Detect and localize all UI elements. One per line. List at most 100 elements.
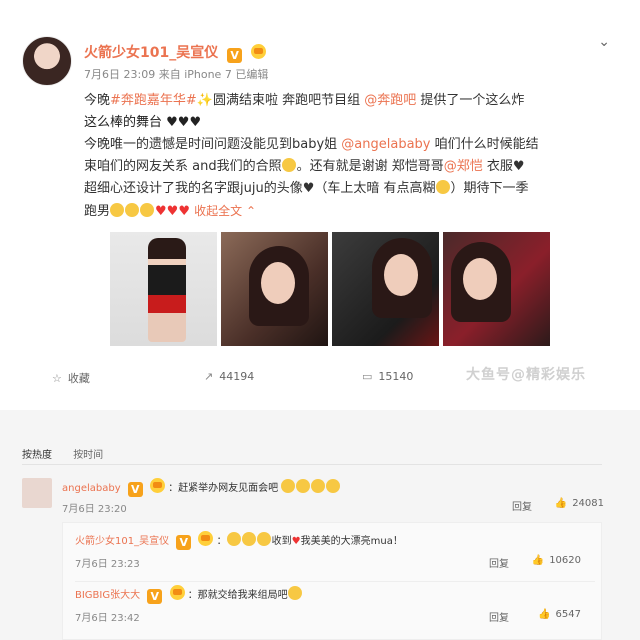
- post-author-name[interactable]: 火箭少女101_吴宣仪: [84, 45, 218, 61]
- post-photo[interactable]: [110, 232, 217, 346]
- comment-button[interactable]: ▭ 15140: [362, 370, 413, 383]
- commenter-name[interactable]: angelababy: [62, 483, 121, 494]
- reply-header: BIGBIG张大大 V ：那就交给我来组局吧: [75, 585, 303, 604]
- member-crown-icon: [150, 478, 165, 493]
- star-icon: ☆: [52, 372, 62, 385]
- emoji-icon: [241, 532, 256, 546]
- emoji-icon: [140, 203, 155, 217]
- sort-divider: [22, 464, 602, 465]
- like-count: 24081: [572, 498, 604, 509]
- comment-item: angelababy V ：赶紧举办网友见面会吧 7月6日 23:20 回复 👍…: [22, 474, 608, 524]
- reply-time: 7月6日 23:23: [75, 559, 140, 570]
- post-photo[interactable]: [332, 232, 439, 346]
- post-text-segment: 跑男: [84, 204, 111, 219]
- emoji-icon: [256, 532, 271, 546]
- collapse-text-link[interactable]: 收起全文 ⌃: [194, 204, 256, 218]
- mention-benpao-link[interactable]: @奔跑吧: [364, 93, 416, 108]
- like-count: 6547: [555, 609, 581, 620]
- comment-icon: ▭: [362, 370, 373, 383]
- post-text-segment: 。还有就是谢谢 郑恺哥哥: [296, 159, 444, 174]
- member-crown-icon: [250, 44, 266, 59]
- post-author[interactable]: 火箭少女101_吴宣仪 V: [84, 42, 266, 63]
- commenter-avatar[interactable]: [22, 478, 52, 508]
- emoji-icon: [281, 158, 296, 172]
- reply-text: 我美美的大漂亮mua！: [300, 536, 403, 547]
- watermark: 大鱼号@精彩娱乐: [466, 367, 586, 383]
- reply-time: 7月6日 23:42: [75, 613, 140, 624]
- photo-grid: [110, 232, 550, 346]
- post-edited[interactable]: 已编辑: [235, 68, 268, 81]
- emoji-icon: [226, 532, 241, 546]
- collect-label: 收藏: [67, 372, 90, 385]
- sort-by-hot-tab[interactable]: 按热度: [22, 450, 52, 461]
- repost-icon: ↗: [204, 370, 214, 383]
- post-text-segment: 奔跑吧节目组: [278, 93, 365, 108]
- post-text-segment: ）期待下一季: [450, 181, 529, 196]
- sort-by-time-tab[interactable]: 按时间: [73, 450, 103, 461]
- reply-text: ：: [216, 536, 227, 547]
- heart-icon: ♥: [291, 536, 301, 547]
- replier-name[interactable]: 火箭少女101_吴宣仪: [75, 536, 169, 547]
- reply-button[interactable]: 回复: [512, 498, 532, 513]
- post-text-segment: 束咱们的网友关系 and我们的合照: [84, 159, 282, 174]
- emoji-icon: [281, 479, 296, 493]
- thumbs-up-icon: 👍: [531, 555, 545, 566]
- reply-header: 火箭少女101_吴宣仪 V ： 收到♥我美美的大漂亮mua！: [75, 531, 403, 550]
- emoji-icon: [435, 180, 450, 194]
- member-crown-icon: [169, 585, 185, 600]
- post-photo[interactable]: [443, 232, 550, 346]
- like-button[interactable]: 👍 6547: [538, 609, 581, 620]
- comment-text: ：赶紧举办网友见面会吧: [168, 483, 279, 494]
- repost-count: 44194: [219, 370, 255, 383]
- comment-header: angelababy V ：赶紧举办网友见面会吧: [62, 478, 341, 497]
- verified-badge-icon: V: [227, 48, 243, 63]
- reply-button[interactable]: 回复: [489, 555, 509, 570]
- photo-figure: [148, 238, 186, 342]
- comment-time: 7月6日 23:20: [62, 504, 127, 515]
- reply-text: 收到: [271, 536, 292, 547]
- emoji-icon: [110, 203, 125, 217]
- post-text-segment: ✨圆满结束啦: [196, 93, 278, 108]
- photo-face: [463, 258, 497, 300]
- post-body: 今晚#奔跑嘉年华#✨圆满结束啦 奔跑吧节目组 @奔跑吧 提供了一个这么炸 这么棒…: [84, 90, 604, 223]
- post-text-segment: 今晚: [84, 93, 111, 108]
- post-source: 来自 iPhone 7: [158, 68, 232, 81]
- collect-button[interactable]: ☆ 收藏: [52, 370, 90, 386]
- post-photo[interactable]: [221, 232, 328, 346]
- user-avatar[interactable]: [22, 36, 72, 86]
- verified-badge-icon: V: [176, 535, 192, 550]
- reply-item: 火箭少女101_吴宣仪 V ： 收到♥我美美的大漂亮mua！ 7月6日 23:23…: [75, 531, 595, 585]
- repost-button[interactable]: ↗ 44194: [204, 370, 254, 383]
- post-text-segment: 这么棒的舞台 ♥♥♥: [84, 115, 202, 130]
- thumbs-up-icon: 👍: [554, 498, 568, 509]
- like-count: 10620: [549, 555, 581, 566]
- verified-badge-icon: V: [127, 482, 143, 497]
- comments-section: 按热度 按时间 angelababy V ：赶紧举办网友见面会吧 7月6日 23…: [0, 434, 640, 640]
- post-text-segment: 咱们什么时候能结: [430, 137, 539, 152]
- post-text-segment: 超细心还设计了我的名字跟juju的头像♥（车上太暗 有点高糊: [84, 181, 436, 196]
- post-text-segment: 今晚唯一的遗憾是时间问题没能见到baby姐: [84, 137, 342, 152]
- section-divider: [0, 410, 640, 434]
- heart-icon: ♥♥♥: [155, 204, 190, 219]
- photo-face: [261, 262, 295, 304]
- emoji-icon: [125, 203, 140, 217]
- mention-angelababy-link[interactable]: @angelababy: [341, 137, 430, 152]
- member-crown-icon: [198, 531, 214, 546]
- topic-link[interactable]: #奔跑嘉年华#: [110, 93, 197, 108]
- comment-sort: 按热度 按时间: [22, 446, 121, 461]
- chevron-down-icon[interactable]: ⌄: [598, 34, 610, 50]
- mention-zhengkai-link[interactable]: @郑恺: [444, 159, 483, 174]
- emoji-icon: [296, 479, 311, 493]
- comment-count: 15140: [378, 370, 414, 383]
- emoji-icon: [311, 479, 326, 493]
- replier-name[interactable]: BIGBIG张大大: [75, 590, 140, 601]
- reply-text: ：那就交给我来组局吧: [187, 590, 288, 601]
- like-button[interactable]: 👍 24081: [555, 498, 604, 509]
- verified-badge-icon: V: [147, 589, 163, 604]
- reply-item: BIGBIG张大大 V ：那就交给我来组局吧 7月6日 23:42 回复 👍 65…: [75, 585, 595, 639]
- post-time: 7月6日 23:09: [84, 68, 156, 81]
- post-text-segment: 衣服♥: [482, 159, 525, 174]
- reply-button[interactable]: 回复: [489, 609, 509, 624]
- like-button[interactable]: 👍 10620: [532, 555, 581, 566]
- weibo-post: 火箭少女101_吴宣仪 V 7月6日 23:09 来自 iPhone 7 已编辑…: [0, 0, 640, 410]
